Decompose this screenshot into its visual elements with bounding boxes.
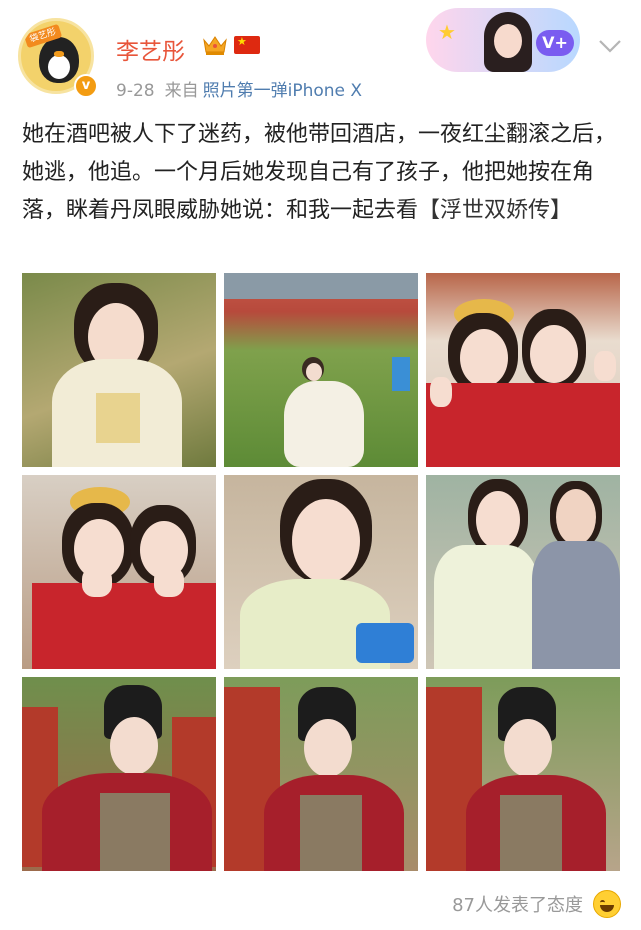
verified-badge: v <box>74 74 98 98</box>
photo-3[interactable] <box>426 273 620 467</box>
post-text: 她在酒吧被人下了迷药，被他带回酒店，一夜红尘翻滚之后，她逃，他追。一个月后她发现… <box>22 116 626 230</box>
photo-1[interactable] <box>22 273 216 467</box>
vip-avatar-face <box>494 24 522 58</box>
username[interactable]: 李艺彤 <box>116 32 185 66</box>
photo-6[interactable] <box>426 475 620 669</box>
photo-5[interactable] <box>224 475 418 669</box>
reactions[interactable]: 87人发表了态度 <box>452 890 621 918</box>
photo-4[interactable] <box>22 475 216 669</box>
from-label: 来自 <box>164 81 199 101</box>
reactions-count: 87人发表了态度 <box>452 895 583 916</box>
star-icon: ★ <box>438 20 456 44</box>
crown-icon[interactable] <box>202 34 228 56</box>
photo-7[interactable] <box>22 677 216 871</box>
chevron-down-icon[interactable] <box>598 38 622 54</box>
grinning-face-icon <box>593 890 621 918</box>
post-source-link[interactable]: 照片第一弹iPhone X <box>203 81 362 101</box>
photo-8[interactable] <box>224 677 418 871</box>
penguin-beak <box>54 51 64 57</box>
vip-label: V+ <box>536 30 574 56</box>
china-flag-icon <box>234 35 260 54</box>
penguin-belly <box>48 55 70 79</box>
photo-grid <box>22 273 620 872</box>
post-header: 袋艺彤 v 李艺彤 9-28 来自照片第一弹iPhone X ★ V+ <box>0 0 641 110</box>
post-meta: 9-28 来自 照片第一弹iPhone X <box>116 76 362 101</box>
avatar[interactable]: 袋艺彤 v <box>18 18 98 98</box>
post-date: 9-28 <box>116 81 155 101</box>
photo-2[interactable] <box>224 273 418 467</box>
topic-link[interactable]: 【浮世双娇传】 <box>418 198 572 223</box>
vip-banner[interactable]: ★ V+ <box>426 8 580 72</box>
photo-9[interactable] <box>426 677 620 871</box>
